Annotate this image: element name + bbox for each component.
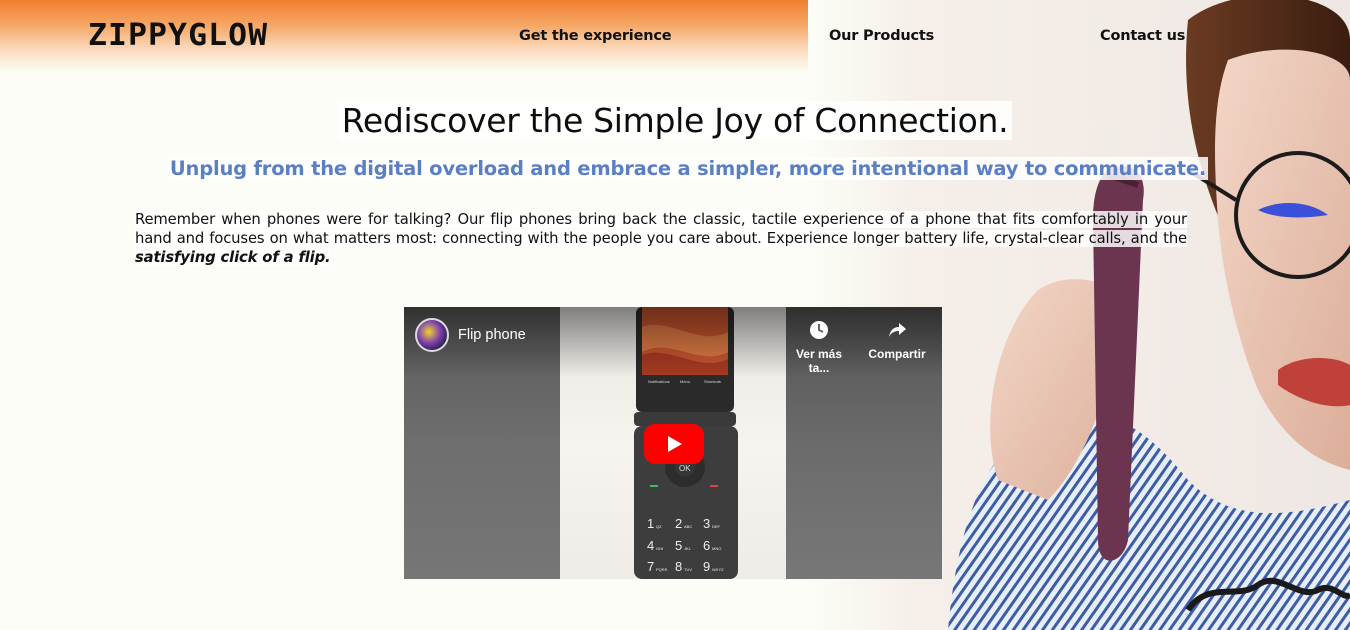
key-1: 1 [647, 516, 654, 531]
key-7-sub: PQRS [656, 567, 668, 572]
share-arrow-icon [862, 319, 932, 341]
key-4: 4 [647, 538, 654, 553]
key-8-sub: TUV [684, 567, 692, 572]
watch-later-label: Ver más ta... [795, 347, 843, 375]
share-button[interactable]: Compartir [862, 319, 932, 361]
key-2-sub: ABC [684, 524, 692, 529]
page-subtitle: Unplug from the digital overload and emb… [0, 157, 1350, 180]
intro-text: Remember when phones were for talking? O… [135, 211, 1187, 247]
watch-later-button[interactable]: Ver más ta... [784, 319, 854, 375]
page-subtitle-text: Unplug from the digital overload and emb… [167, 157, 1209, 180]
play-button[interactable] [644, 424, 704, 464]
key-7: 7 [647, 559, 654, 574]
clock-icon [784, 319, 854, 341]
ok-key-label: OK [679, 464, 691, 473]
channel-avatar[interactable] [415, 318, 449, 352]
key-5: 5 [675, 538, 682, 553]
key-2: 2 [675, 516, 682, 531]
play-icon [668, 436, 682, 452]
brand-logo[interactable]: ZIPPYGLOW [88, 20, 268, 52]
key-6-sub: MNO [712, 546, 721, 551]
video-player[interactable]: Notifications Menu Shortcuts OK 1 QZ 2 A… [404, 307, 942, 579]
page-title: Rediscover the Simple Joy of Connection. [0, 101, 1350, 140]
nav-get-the-experience[interactable]: Get the experience [519, 28, 672, 44]
key-9: 9 [703, 559, 710, 574]
screen-label-menu: Menu [680, 379, 690, 384]
page-title-text: Rediscover the Simple Joy of Connection. [337, 101, 1013, 140]
screen-label-shortcuts: Shortcuts [704, 379, 721, 384]
key-8: 8 [675, 559, 682, 574]
key-1-sub: QZ [656, 524, 662, 529]
intro-emphasis: satisfying click of a flip. [135, 249, 331, 266]
key-3: 3 [703, 516, 710, 531]
nav-contact-us[interactable]: Contact us [1100, 28, 1185, 44]
screen-label-notifications: Notifications [648, 379, 670, 384]
key-4-sub: GHI [656, 546, 663, 551]
key-3-sub: DEF [712, 524, 721, 529]
intro-paragraph: Remember when phones were for talking? O… [135, 210, 1187, 267]
nav-our-products[interactable]: Our Products [829, 28, 934, 44]
video-title[interactable]: Flip phone [458, 327, 526, 343]
share-label: Compartir [868, 347, 926, 361]
key-9-sub: WXYZ [712, 567, 724, 572]
key-5-sub: JKL [684, 546, 692, 551]
key-6: 6 [703, 538, 710, 553]
